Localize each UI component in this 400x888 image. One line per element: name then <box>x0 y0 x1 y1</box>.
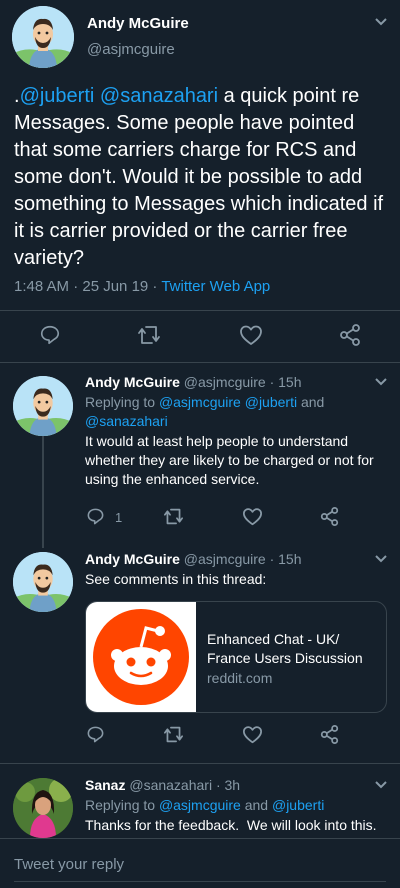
like-button[interactable] <box>239 324 263 346</box>
thread-connector <box>42 436 44 548</box>
reply-text: It would at least help people to underst… <box>85 433 374 487</box>
replying-to-mention[interactable]: @juberti <box>272 797 324 813</box>
like-button[interactable] <box>242 507 263 526</box>
retweet-button[interactable] <box>163 507 184 526</box>
reply-composer <box>0 838 400 888</box>
share-button[interactable] <box>320 507 339 526</box>
link-card-thumbnail <box>86 602 196 712</box>
avatar-illustration <box>12 6 74 68</box>
reddit-logo <box>93 609 189 705</box>
reply-icon <box>40 325 60 345</box>
tweet-text: .@juberti @sanazahari a quick point re M… <box>14 83 390 272</box>
share-button[interactable] <box>339 324 361 346</box>
tweet-timestamp[interactable]: 1:48 AM · 25 Jun 19 · <box>14 278 161 295</box>
chevron-down-icon[interactable] <box>374 780 388 790</box>
reply-author-name[interactable]: Sanaz <box>85 777 125 793</box>
replying-to-prefix: Replying to <box>85 394 159 410</box>
reply-header: Andy McGuire @asjmcguire · 15h <box>85 373 302 392</box>
avatar[interactable] <box>12 6 74 68</box>
author-name[interactable]: Andy McGuire <box>87 15 189 32</box>
avatar[interactable] <box>13 552 73 612</box>
divider <box>0 763 400 764</box>
like-icon <box>240 325 262 345</box>
reply-text: See comments in this thread: <box>85 571 267 587</box>
retweet-button[interactable] <box>163 725 184 744</box>
tweet-meta: 1:48 AM · 25 Jun 19 · Twitter Web App <box>14 277 270 296</box>
like-icon <box>242 726 262 744</box>
like-icon <box>242 508 262 526</box>
mention-links[interactable]: @juberti @sanazahari <box>20 85 218 107</box>
link-card-title: Enhanced Chat - UK/ France Users Discuss… <box>207 631 363 666</box>
composer-underline <box>14 881 386 882</box>
like-button[interactable] <box>242 725 263 744</box>
replying-to-and: and <box>240 797 272 813</box>
reply-text: Thanks for the feedback. We will look in… <box>85 817 377 833</box>
share-icon <box>320 725 339 744</box>
reply-input[interactable] <box>0 845 400 883</box>
reply-handle-time[interactable]: @sanazahari · 3h <box>129 777 240 793</box>
chevron-down-icon[interactable] <box>374 17 388 27</box>
retweet-icon <box>163 726 183 743</box>
reply-button[interactable] <box>86 725 105 744</box>
avatar-illustration <box>13 552 73 612</box>
link-card-domain: reddit.com <box>207 670 273 686</box>
avatar-photo <box>13 778 73 838</box>
replying-to-prefix: Replying to <box>85 797 159 813</box>
avatar-illustration <box>13 376 73 436</box>
reply-handle-time[interactable]: @asjmcguire · 15h <box>184 551 302 567</box>
reply-author-name[interactable]: Andy McGuire <box>85 551 180 567</box>
reply-button[interactable] <box>86 507 105 526</box>
reply-button[interactable] <box>39 324 61 346</box>
avatar[interactable] <box>13 778 73 838</box>
reply-header: Sanaz @sanazahari · 3h <box>85 776 240 795</box>
author-handle[interactable]: @asjmcguire <box>87 41 175 58</box>
replying-to: Replying to @asjmcguire and @juberti <box>85 796 385 815</box>
share-icon <box>340 324 360 346</box>
share-button[interactable] <box>320 725 339 744</box>
chevron-down-icon[interactable] <box>374 377 388 387</box>
retweet-icon <box>138 326 160 344</box>
reply-handle-time[interactable]: @asjmcguire · 15h <box>184 374 302 390</box>
divider <box>0 362 400 363</box>
reply-header: Andy McGuire @asjmcguire · 15h <box>85 550 302 569</box>
replying-to-mention[interactable]: @sanazahari <box>85 413 168 429</box>
share-icon <box>320 507 339 526</box>
reply-icon <box>87 508 104 525</box>
reply-author-name[interactable]: Andy McGuire <box>85 374 180 390</box>
replying-to-and: and <box>297 394 325 410</box>
retweet-button[interactable] <box>137 324 161 346</box>
chevron-down-icon[interactable] <box>374 554 388 564</box>
retweet-icon <box>163 508 183 525</box>
avatar[interactable] <box>13 376 73 436</box>
reply-count: 1 <box>115 510 123 525</box>
link-card[interactable]: Enhanced Chat - UK/ France Users Discuss… <box>85 601 387 713</box>
tweet-text-body: a quick point re Messages. Some people h… <box>14 85 384 269</box>
reply-icon <box>87 726 104 743</box>
replying-to-mention[interactable]: @asjmcguire <box>159 797 241 813</box>
divider <box>0 310 400 311</box>
tweet-source-link[interactable]: Twitter Web App <box>161 278 270 295</box>
replying-to: Replying to @asjmcguire @juberti and @sa… <box>85 393 375 431</box>
replying-to-mention[interactable]: @asjmcguire @juberti <box>159 394 297 410</box>
